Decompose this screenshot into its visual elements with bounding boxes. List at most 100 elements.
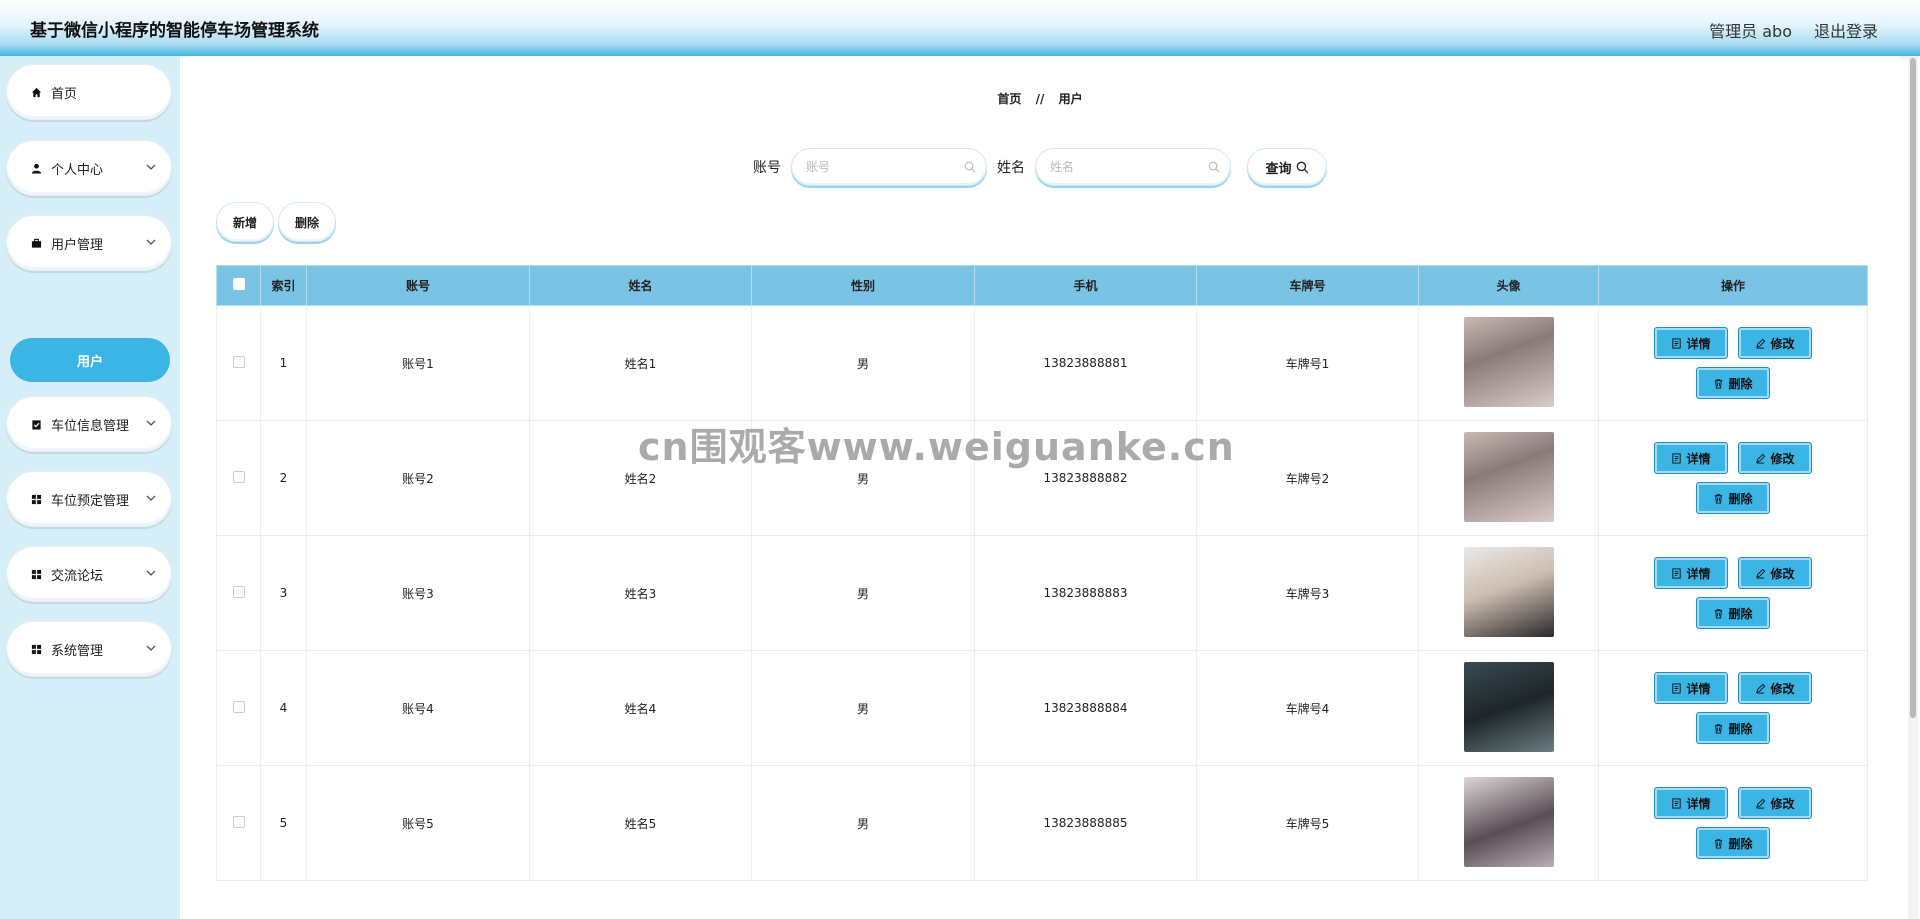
detail-button[interactable]: 详情 xyxy=(1654,442,1728,474)
name-cell: 姓名5 xyxy=(529,765,752,881)
edit-button[interactable]: 修改 xyxy=(1738,787,1812,819)
gender-cell: 男 xyxy=(751,650,975,766)
row-checkbox[interactable] xyxy=(232,470,245,483)
column-header: 头像 xyxy=(1418,265,1599,306)
row-checkbox[interactable] xyxy=(232,700,245,713)
add-button[interactable]: 新增 xyxy=(216,202,274,242)
detail-button[interactable]: 详情 xyxy=(1654,672,1728,704)
account-cell: 账号2 xyxy=(306,420,530,536)
edit-button[interactable]: 修改 xyxy=(1738,557,1812,589)
select-all-checkbox[interactable] xyxy=(232,278,245,290)
user-table: 索引 账号 姓名 性别 手机 车牌号 头像 操作 1 账号1 姓名1 男 138… xyxy=(216,265,1868,881)
scrollbar-thumb[interactable] xyxy=(1910,58,1916,718)
account-search-input[interactable] xyxy=(806,160,956,174)
detail-button-label: 详情 xyxy=(1686,336,1711,351)
page-scrollbar[interactable] xyxy=(1908,56,1918,919)
admin-user-label[interactable]: 管理员 abo xyxy=(1709,18,1792,42)
name-search-input[interactable] xyxy=(1050,160,1200,174)
index-cell: 3 xyxy=(260,535,307,651)
avatar-cell xyxy=(1418,535,1599,651)
sidebar-item-forum[interactable]: 交流论坛 xyxy=(6,546,172,602)
delete-button[interactable]: 删除 xyxy=(1696,482,1770,514)
breadcrumb-separator: // xyxy=(1035,92,1045,106)
account-cell: 账号1 xyxy=(306,305,530,421)
row-select-cell xyxy=(216,650,261,766)
app-title: 基于微信小程序的智能停车场管理系统 xyxy=(30,21,319,41)
gender-cell: 男 xyxy=(751,535,975,651)
sidebar-item-label: 个人中心 xyxy=(51,162,104,178)
edit-button-label: 修改 xyxy=(1770,681,1795,696)
detail-button-label: 详情 xyxy=(1686,681,1711,696)
sidebar-item-parking-reservation[interactable]: 车位预定管理 xyxy=(6,471,172,527)
sidebar-item-user-management[interactable]: 用户管理 xyxy=(6,215,172,271)
logout-link[interactable]: 退出登录 xyxy=(1814,18,1878,42)
gender-cell: 男 xyxy=(751,765,975,881)
sidebar-item-system-management[interactable]: 系统管理 xyxy=(6,621,172,677)
operations-cell: 详情 修改 删除 xyxy=(1598,765,1868,881)
account-cell: 账号5 xyxy=(306,765,530,881)
table-body: 1 账号1 姓名1 男 13823888881 车牌号1 详情 修改 删除 2 … xyxy=(216,305,1868,881)
breadcrumb-home[interactable]: 首页 xyxy=(997,92,1021,106)
index-cell: 5 xyxy=(260,765,307,881)
chevron-down-icon xyxy=(146,164,156,170)
edit-button-label: 修改 xyxy=(1770,796,1795,811)
row-checkbox[interactable] xyxy=(232,585,245,598)
search-icon xyxy=(1296,161,1308,173)
sidebar-item-home[interactable]: 首页 xyxy=(6,64,172,120)
action-buttons: 新增 删除 xyxy=(216,202,336,242)
search-bar: 账号 姓名 查询 xyxy=(180,148,1900,186)
select-all-header xyxy=(216,265,261,306)
column-header: 索引 xyxy=(260,265,307,306)
edit-button-label: 修改 xyxy=(1770,566,1795,581)
document-icon xyxy=(1672,797,1682,809)
delete-button[interactable]: 删除 xyxy=(1696,597,1770,629)
table-row: 4 账号4 姓名4 男 13823888884 车牌号4 详情 修改 删除 xyxy=(216,650,1868,766)
edit-icon xyxy=(1756,798,1766,809)
column-header: 账号 xyxy=(306,265,530,306)
table-row: 1 账号1 姓名1 男 13823888881 车牌号1 详情 修改 删除 xyxy=(216,305,1868,421)
column-header: 性别 xyxy=(751,265,975,306)
detail-button[interactable]: 详情 xyxy=(1654,557,1728,589)
gender-cell: 男 xyxy=(751,420,975,536)
trash-icon xyxy=(1715,608,1723,619)
chevron-down-icon xyxy=(146,645,156,651)
sidebar-subitem-users[interactable]: 用户 xyxy=(10,338,170,382)
row-select-cell xyxy=(216,765,261,881)
sidebar-item-parking-info[interactable]: 车位信息管理 xyxy=(6,396,172,452)
batch-delete-button[interactable]: 删除 xyxy=(278,202,336,242)
document-icon xyxy=(1672,567,1682,579)
phone-cell: 13823888881 xyxy=(974,305,1197,421)
home-icon xyxy=(29,85,43,99)
detail-button-label: 详情 xyxy=(1686,451,1711,466)
delete-button[interactable]: 删除 xyxy=(1696,712,1770,744)
search-icon xyxy=(1208,161,1220,173)
sidebar-item-label: 交流论坛 xyxy=(51,568,104,584)
plate-cell: 车牌号5 xyxy=(1196,765,1419,881)
document-icon xyxy=(1672,452,1682,464)
query-button[interactable]: 查询 xyxy=(1247,148,1327,186)
row-checkbox[interactable] xyxy=(232,355,245,368)
top-right-menu: 管理员 abo 退出登录 xyxy=(1709,18,1878,42)
delete-button[interactable]: 删除 xyxy=(1696,827,1770,859)
trash-icon xyxy=(1715,723,1723,734)
operations-cell: 详情 修改 删除 xyxy=(1598,650,1868,766)
delete-button-label: 删除 xyxy=(1728,491,1753,506)
row-checkbox[interactable] xyxy=(232,815,245,828)
edit-button[interactable]: 修改 xyxy=(1738,327,1812,359)
table-row: 5 账号5 姓名5 男 13823888885 车牌号5 详情 修改 删除 xyxy=(216,765,1868,881)
grid-icon xyxy=(29,642,43,656)
grid-icon xyxy=(29,567,43,581)
detail-button[interactable]: 详情 xyxy=(1654,327,1728,359)
search-icon xyxy=(964,161,976,173)
edit-button[interactable]: 修改 xyxy=(1738,672,1812,704)
account-search-label: 账号 xyxy=(753,160,781,176)
briefcase-icon xyxy=(29,236,43,250)
delete-button[interactable]: 删除 xyxy=(1696,367,1770,399)
sidebar-item-personal-center[interactable]: 个人中心 xyxy=(6,140,172,196)
sidebar-item-label: 车位预定管理 xyxy=(51,493,130,509)
detail-button[interactable]: 详情 xyxy=(1654,787,1728,819)
sidebar-item-label: 用户管理 xyxy=(51,237,104,253)
name-cell: 姓名2 xyxy=(529,420,752,536)
edit-button[interactable]: 修改 xyxy=(1738,442,1812,474)
chevron-down-icon xyxy=(146,570,156,576)
